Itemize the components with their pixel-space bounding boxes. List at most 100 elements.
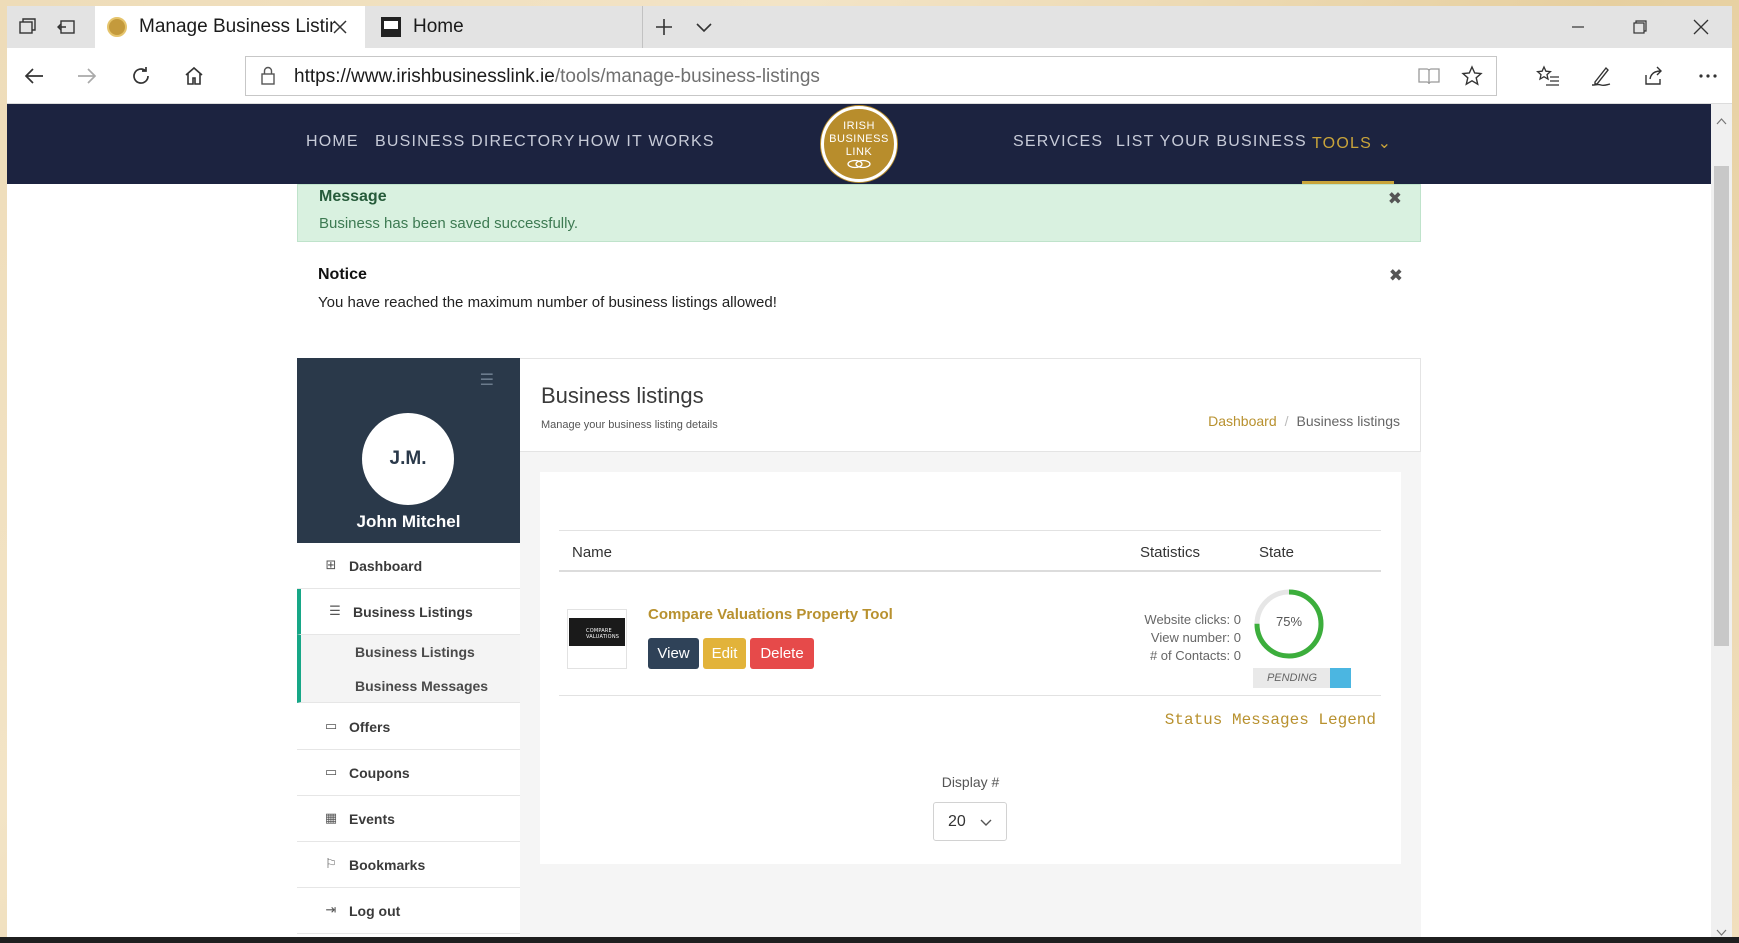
reading-view-icon[interactable] xyxy=(1418,66,1440,90)
ticket-icon: ▭ xyxy=(324,765,338,780)
close-window-icon[interactable] xyxy=(1670,6,1732,48)
display-count-value: 20 xyxy=(948,812,966,830)
web-page: HOME BUSINESS DIRECTORY HOW IT WORKS IRI… xyxy=(7,104,1711,937)
listings-card: Name Statistics State COMPARE VALUATIONS… xyxy=(540,472,1401,864)
table-header-rule xyxy=(559,570,1381,572)
site-logo[interactable]: IRISH BUSINESS LINK xyxy=(821,106,897,182)
column-header-name: Name xyxy=(572,544,613,561)
listing-name-link[interactable]: Compare Valuations Property Tool xyxy=(648,606,893,623)
chevron-down-icon xyxy=(980,815,992,833)
close-notice-icon[interactable]: ✖ xyxy=(1389,266,1403,286)
tab-actions-icon[interactable] xyxy=(15,14,41,40)
restore-icon[interactable] xyxy=(1609,6,1671,48)
sidebar-item-bookmarks[interactable]: ⚐ Bookmarks xyxy=(297,842,520,888)
sidebar-item-business-listings[interactable]: ☰ Business Listings xyxy=(297,589,520,635)
grid-icon: ⊞ xyxy=(325,558,337,573)
close-tab-icon[interactable] xyxy=(329,16,351,38)
logo-line: IRISH xyxy=(843,119,875,132)
menu-list-your-business[interactable]: LIST YOUR BUSINESS xyxy=(1116,133,1307,151)
menu-services[interactable]: SERVICES xyxy=(1013,133,1103,151)
sidebar-item-label: Bookmarks xyxy=(349,856,426,873)
main-body: Name Statistics State COMPARE VALUATIONS… xyxy=(520,452,1421,937)
sidebar-item-logout[interactable]: ⇥ Log out xyxy=(297,888,520,934)
sidebar-subitem-label: Business Messages xyxy=(355,677,489,694)
favorites-list-icon[interactable] xyxy=(1532,60,1564,92)
status-messages-legend-link[interactable]: Status Messages Legend xyxy=(1165,711,1376,729)
delete-button[interactable]: Delete xyxy=(750,638,814,669)
display-count-select[interactable]: 20 xyxy=(933,802,1007,841)
sidebar-subitem-business-listings[interactable]: Business Listings xyxy=(297,635,520,669)
sidebar-item-label: Dashboard xyxy=(349,557,423,574)
sidebar-item-label: Log out xyxy=(349,902,401,919)
home-icon[interactable] xyxy=(178,60,210,92)
table-top-rule xyxy=(559,530,1381,531)
sidebar-item-coupons[interactable]: ▭ Coupons xyxy=(297,750,520,796)
more-options-icon[interactable] xyxy=(1692,60,1724,92)
sidebar-subitem-business-messages[interactable]: Business Messages xyxy=(297,669,520,703)
sidebar-item-dashboard[interactable]: ⊞ Dashboard xyxy=(297,543,520,589)
close-alert-icon[interactable]: ✖ xyxy=(1388,189,1402,209)
bookmark-icon: ⚐ xyxy=(325,857,337,872)
minimize-icon[interactable] xyxy=(1547,6,1609,48)
browser-window: Manage Business Listing Home https://www… xyxy=(7,6,1732,937)
vertical-scrollbar[interactable] xyxy=(1711,104,1732,937)
logout-icon: ⇥ xyxy=(325,903,337,918)
column-header-state: State xyxy=(1259,544,1295,561)
profile-panel: ☰ J.M. John Mitchel xyxy=(297,358,520,543)
back-arrow-icon[interactable] xyxy=(18,60,50,92)
column-header-statistics: Statistics xyxy=(1140,544,1201,561)
breadcrumb-dashboard-link[interactable]: Dashboard xyxy=(1208,413,1277,429)
notice-alert: Notice You have reached the maximum numb… xyxy=(297,260,1421,324)
logo-line: BUSINESS xyxy=(829,132,889,145)
completion-percent: 75% xyxy=(1275,614,1303,629)
tab-manage-business-listing[interactable]: Manage Business Listing xyxy=(95,6,365,48)
completion-gauge: 75% xyxy=(1252,587,1326,661)
breadcrumb: Dashboard / Business listings xyxy=(1208,413,1400,429)
breadcrumb-current: Business listings xyxy=(1296,413,1401,429)
edit-button[interactable]: Edit xyxy=(703,638,746,669)
favorite-star-icon[interactable] xyxy=(1461,65,1483,91)
listing-thumbnail[interactable]: COMPARE VALUATIONS xyxy=(567,609,627,669)
scroll-thumb[interactable] xyxy=(1714,166,1729,646)
address-bar[interactable]: https://www.irishbusinesslink.ie/tools/m… xyxy=(245,56,1497,96)
menu-home[interactable]: HOME xyxy=(306,133,359,151)
home-favicon-icon xyxy=(381,17,401,37)
table-bottom-rule xyxy=(559,695,1381,696)
pen-icon[interactable] xyxy=(1585,60,1617,92)
hamburger-menu-icon[interactable]: ☰ xyxy=(480,370,494,389)
chain-link-icon xyxy=(847,159,871,168)
profile-name: John Mitchel xyxy=(356,512,461,531)
sidebar-item-label: Business Listings xyxy=(353,603,473,620)
sidebar-item-label: Coupons xyxy=(349,764,410,781)
display-count-label: Display # xyxy=(941,774,1000,790)
url-path: /tools/manage-business-listings xyxy=(554,66,820,87)
url-host: https://www.irishbusinesslink.ie xyxy=(294,66,555,87)
menu-tools[interactable]: TOOLS ⌄ xyxy=(1312,133,1392,153)
page-subtitle: Manage your business listing details xyxy=(541,419,718,431)
alert-message: Business has been saved successfully. xyxy=(319,215,579,232)
site-header: HOME BUSINESS DIRECTORY HOW IT WORKS IRI… xyxy=(7,104,1711,184)
refresh-icon[interactable] xyxy=(125,60,157,92)
tab-title: Manage Business Listing xyxy=(139,16,335,37)
user-sidebar: ☰ J.M. John Mitchel ⊞ Dashboard ☰ Busine… xyxy=(297,358,520,937)
stat-view-number: View number: 0 xyxy=(1150,630,1241,645)
notice-title: Notice xyxy=(318,266,367,283)
sidebar-item-label: Events xyxy=(349,810,395,827)
sidebar-subitem-label: Business Listings xyxy=(355,644,475,660)
tab-list-chevron-icon[interactable] xyxy=(691,14,717,40)
scroll-down-icon[interactable] xyxy=(1716,922,1727,937)
sidebar-item-events[interactable]: ▦ Events xyxy=(297,796,520,842)
sidebar-item-label: Offers xyxy=(349,718,391,735)
set-aside-tabs-icon[interactable] xyxy=(53,14,79,40)
lock-icon xyxy=(260,66,276,90)
menu-how-it-works[interactable]: HOW IT WORKS xyxy=(578,133,715,151)
sidebar-item-offers[interactable]: ▭ Offers xyxy=(297,704,520,750)
menu-business-directory[interactable]: BUSINESS DIRECTORY xyxy=(375,133,576,151)
offers-icon: ▭ xyxy=(324,719,338,734)
tab-home[interactable]: Home xyxy=(367,6,643,48)
new-tab-icon[interactable] xyxy=(651,14,677,40)
view-button[interactable]: View xyxy=(648,638,699,669)
scroll-up-icon[interactable] xyxy=(1716,110,1727,129)
share-icon[interactable] xyxy=(1638,60,1670,92)
forward-arrow-icon[interactable] xyxy=(71,60,103,92)
